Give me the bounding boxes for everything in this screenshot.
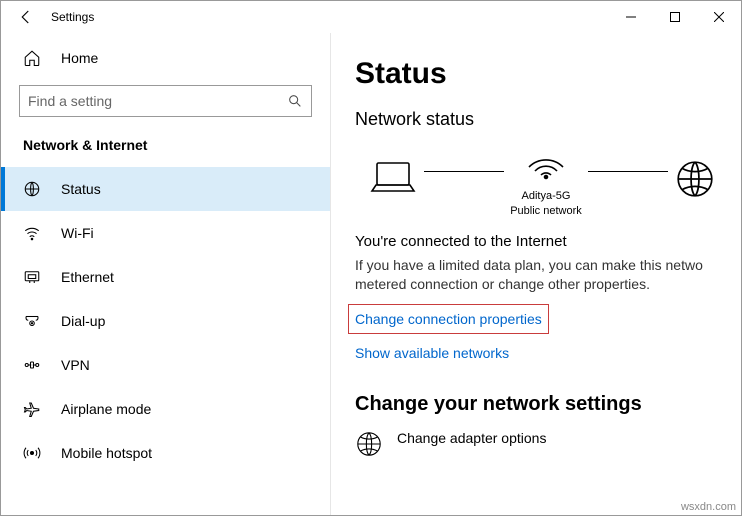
sidebar-item-wifi[interactable]: Wi-Fi	[1, 211, 330, 255]
connected-title: You're connected to the Internet	[355, 233, 729, 250]
sidebar-item-label: Airplane mode	[61, 401, 151, 417]
sidebar-item-status[interactable]: Status	[1, 167, 330, 211]
vpn-icon	[23, 356, 41, 374]
connection-line	[588, 171, 668, 172]
sidebar-item-hotspot[interactable]: Mobile hotspot	[1, 431, 330, 475]
wifi-icon	[23, 224, 41, 242]
search-input[interactable]	[19, 85, 312, 117]
watermark: wsxdn.com	[681, 501, 736, 513]
minimize-button[interactable]	[609, 1, 653, 33]
dialup-icon	[23, 312, 41, 330]
section-label: Network & Internet	[1, 135, 330, 167]
ethernet-icon	[23, 268, 41, 286]
page-title: Status	[355, 57, 729, 91]
sidebar-item-ethernet[interactable]: Ethernet	[1, 255, 330, 299]
sidebar-item-vpn[interactable]: VPN	[1, 343, 330, 387]
sidebar-item-airplane[interactable]: Airplane mode	[1, 387, 330, 431]
home-button[interactable]: Home	[1, 33, 330, 85]
network-type: Public network	[510, 204, 582, 219]
sidebar-item-label: VPN	[61, 357, 90, 373]
window-title: Settings	[51, 10, 94, 24]
wifi-signal-icon	[525, 144, 567, 185]
back-icon[interactable]	[17, 8, 35, 26]
sidebar-item-dialup[interactable]: Dial-up	[1, 299, 330, 343]
change-connection-properties-link[interactable]: Change connection properties	[355, 311, 542, 327]
hotspot-icon	[23, 444, 41, 462]
maximize-button[interactable]	[653, 1, 697, 33]
titlebar: Settings	[1, 1, 741, 33]
home-icon	[23, 49, 41, 67]
network-name: Aditya-5G	[510, 189, 582, 204]
sidebar-item-label: Wi-Fi	[61, 225, 94, 241]
laptop-icon	[368, 157, 418, 206]
sidebar-item-label: Status	[61, 181, 101, 197]
main-content: Status Network status Aditya-5G Public n…	[331, 33, 741, 515]
status-icon	[23, 180, 41, 198]
adapter-globe-icon	[355, 430, 383, 458]
home-label: Home	[61, 50, 98, 66]
globe-icon	[674, 157, 716, 206]
search-field[interactable]	[28, 93, 287, 109]
sidebar-item-label: Ethernet	[61, 269, 114, 285]
sidebar-item-label: Dial-up	[61, 313, 105, 329]
show-available-networks-link[interactable]: Show available networks	[355, 345, 509, 361]
adapter-options-label: Change adapter options	[397, 430, 546, 446]
airplane-icon	[23, 400, 41, 418]
connection-line	[424, 171, 504, 172]
connected-description: If you have a limited data plan, you can…	[355, 256, 729, 295]
search-icon	[287, 93, 303, 109]
network-status-heading: Network status	[355, 109, 729, 130]
sidebar-item-label: Mobile hotspot	[61, 445, 152, 461]
network-diagram: Aditya-5G Public network	[355, 144, 729, 219]
close-button[interactable]	[697, 1, 741, 33]
sidebar: Home Network & Internet Status Wi-Fi	[1, 33, 331, 515]
change-adapter-options[interactable]: Change adapter options	[355, 430, 729, 458]
change-settings-heading: Change your network settings	[355, 393, 729, 416]
